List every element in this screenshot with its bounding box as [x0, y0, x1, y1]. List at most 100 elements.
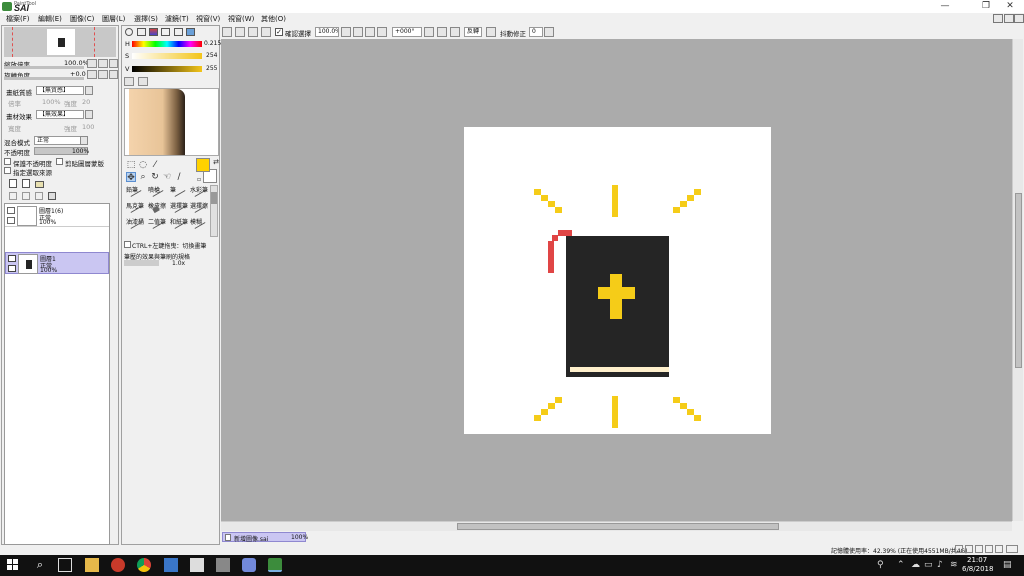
toolbar-zoom-out-button[interactable]: [353, 27, 363, 37]
zoom-out-button[interactable]: [87, 59, 97, 68]
menu-canvas[interactable]: 圖像(C): [70, 14, 94, 24]
menu-layer[interactable]: 圖層(L): [102, 14, 125, 24]
rect-select-icon[interactable]: ⬚: [126, 160, 136, 170]
horizontal-scroll-thumb[interactable]: [457, 523, 779, 530]
status-icon[interactable]: [975, 545, 983, 553]
store-icon[interactable]: [164, 558, 178, 572]
flip-view-button[interactable]: [486, 27, 496, 37]
discord-icon[interactable]: [242, 558, 256, 572]
angle-slider[interactable]: [4, 77, 84, 80]
minimize-button[interactable]: —: [934, 0, 956, 13]
status-icon[interactable]: [1006, 545, 1018, 553]
copy-layer-icon[interactable]: [9, 192, 17, 200]
layer-row[interactable]: 圖層1(6) 正常 100%: [5, 205, 109, 227]
clock-time[interactable]: 21:07: [967, 556, 987, 564]
toolbar-rotate-left-button[interactable]: [424, 27, 434, 37]
mdi-close-button[interactable]: [1014, 14, 1024, 23]
brush-grid-scroll-thumb[interactable]: [211, 192, 217, 204]
sai-taskbar-icon[interactable]: [268, 558, 282, 572]
volume-icon[interactable]: ♪: [937, 558, 951, 572]
material-dropdown[interactable]: [85, 110, 93, 119]
scratchpad-clear-button[interactable]: [124, 77, 134, 86]
protect-opacity-checkbox[interactable]: [4, 158, 11, 165]
notifications-icon[interactable]: ▤: [1003, 558, 1017, 572]
menu-view[interactable]: 視窗(V): [196, 14, 220, 24]
mail-icon[interactable]: [190, 558, 204, 572]
selection-menu-button[interactable]: [222, 27, 232, 37]
horizontal-scrollbar[interactable]: [221, 521, 1012, 531]
flip-button[interactable]: 反轉: [464, 27, 482, 37]
new-folder-icon[interactable]: [35, 181, 44, 188]
swap-colors-icon[interactable]: ⇄: [211, 157, 221, 167]
saturation-slider[interactable]: [132, 53, 202, 59]
menu-other[interactable]: 其他(O): [261, 14, 286, 24]
app-red-icon[interactable]: [111, 558, 125, 572]
angle-field[interactable]: +000°: [392, 27, 422, 37]
zoom-slider[interactable]: [4, 66, 84, 69]
battery-icon[interactable]: ▭: [924, 558, 938, 572]
zoom-in-button[interactable]: [98, 59, 108, 68]
stabilizer-dropdown[interactable]: [544, 27, 554, 37]
brush-grid-scrollbar[interactable]: [210, 185, 218, 237]
rotate-right-button[interactable]: [98, 70, 108, 79]
toolbar-rotate-reset-button[interactable]: [450, 27, 460, 37]
vertical-scrollbar[interactable]: [1012, 39, 1023, 521]
eye-icon[interactable]: [8, 255, 16, 262]
layer-row-selected[interactable]: 圖層1 正常 100%: [5, 252, 109, 274]
brush-pen[interactable]: 筆: [170, 185, 176, 194]
opacity-slider[interactable]: 100%: [34, 147, 89, 155]
brush-drag-checkbox[interactable]: [124, 241, 131, 248]
pencil-edit-icon[interactable]: [8, 265, 16, 272]
clipping-mask-checkbox[interactable]: [56, 158, 63, 165]
selection-source-checkbox[interactable]: [4, 167, 11, 174]
layer-lock-icon[interactable]: [7, 217, 15, 224]
paper-texture-dropdown[interactable]: [85, 86, 93, 95]
rotate-left-button[interactable]: [87, 70, 97, 79]
hand-icon[interactable]: ☜: [162, 172, 172, 182]
search-icon[interactable]: ⌕: [33, 558, 47, 572]
rotate-view-icon[interactable]: ↻: [150, 172, 160, 182]
stabilizer-value[interactable]: 0: [529, 27, 543, 37]
scratchpad-icon[interactable]: [186, 28, 195, 36]
toolbar-rotate-right-button[interactable]: [437, 27, 447, 37]
navigator-preview[interactable]: [4, 27, 116, 57]
color-wheel-icon[interactable]: [125, 28, 133, 36]
delete-layer-icon[interactable]: [48, 192, 56, 200]
new-vector-layer-icon[interactable]: [22, 179, 30, 188]
primary-color-swatch[interactable]: [196, 158, 210, 172]
move-icon[interactable]: ✥: [126, 172, 136, 183]
deselect-button[interactable]: [235, 27, 245, 37]
paper-texture-select[interactable]: 【無質感】: [36, 86, 84, 95]
status-icon[interactable]: [955, 545, 963, 553]
menu-filter[interactable]: 濾鏡(T): [165, 14, 189, 24]
status-icon[interactable]: [995, 545, 1003, 553]
scratchpad-save-button[interactable]: [138, 77, 148, 86]
mdi-minimize-button[interactable]: [993, 14, 1003, 23]
close-button[interactable]: ✕: [999, 0, 1021, 13]
scratchpad[interactable]: [124, 88, 219, 156]
zoom-dropdown-button[interactable]: [341, 27, 351, 37]
windows-start-icon[interactable]: [6, 558, 20, 572]
toolbar-zoom-in-button[interactable]: [365, 27, 375, 37]
rgb-slider-icon[interactable]: [137, 28, 146, 36]
menu-window[interactable]: 視窗(W): [228, 14, 254, 24]
value-slider[interactable]: [132, 66, 202, 72]
zoom-icon[interactable]: ⌕: [138, 172, 148, 182]
lasso-icon[interactable]: ◌: [138, 160, 148, 170]
zoom-field[interactable]: 100.0%: [315, 27, 339, 37]
hue-slider[interactable]: [132, 41, 202, 47]
canvas-area[interactable]: [221, 39, 1012, 521]
people-icon[interactable]: ⚲: [877, 558, 891, 572]
chevron-up-icon[interactable]: ⌃: [897, 558, 911, 572]
file-explorer-icon[interactable]: [85, 558, 99, 572]
task-view-icon[interactable]: [58, 558, 72, 572]
magic-wand-icon[interactable]: ⁄: [150, 160, 160, 170]
invert-selection-button[interactable]: [248, 27, 258, 37]
stabilizer-checkbox[interactable]: ✓: [275, 28, 283, 36]
status-icon[interactable]: [965, 545, 973, 553]
clear-layer-icon[interactable]: [35, 192, 43, 200]
cloud-icon[interactable]: ☁: [911, 558, 925, 572]
rotate-reset-button[interactable]: [109, 70, 118, 79]
eyedropper-icon[interactable]: ∕: [174, 172, 184, 182]
document-tab[interactable]: 新增圖像.sai 100%: [222, 532, 308, 543]
